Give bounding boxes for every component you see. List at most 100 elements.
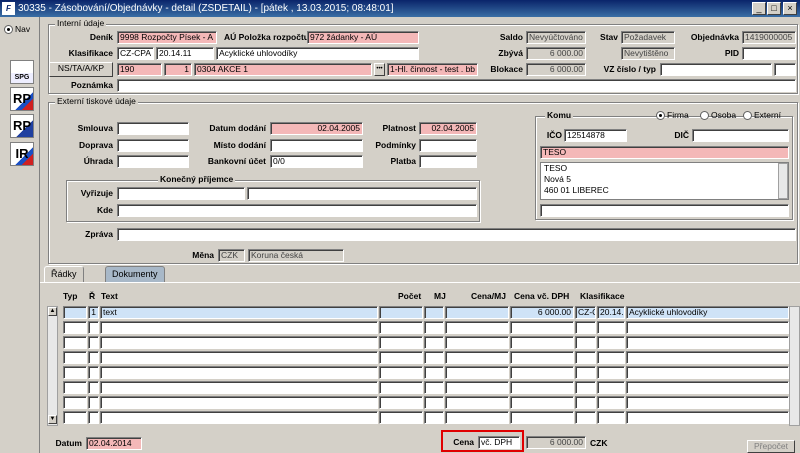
address-scrollbar[interactable] [778, 163, 788, 199]
cell-text[interactable] [100, 336, 378, 349]
cell-klas1[interactable] [575, 381, 596, 394]
spg-icon[interactable]: SPG [10, 60, 34, 84]
platnost-field[interactable]: 02.04.2005 [419, 122, 477, 135]
misto-field[interactable] [270, 139, 363, 152]
cell-cena-mj[interactable] [445, 396, 509, 409]
cell-text[interactable] [100, 411, 378, 424]
cell-klas3[interactable] [626, 411, 789, 424]
rp-eu-icon[interactable]: RP [10, 114, 34, 138]
cell-klas3[interactable] [626, 321, 789, 334]
cell-cena-dph[interactable] [510, 366, 574, 379]
uhrada-field[interactable] [117, 155, 189, 168]
cell-klas2[interactable]: 20.14. [597, 306, 625, 319]
table-row[interactable]: 1 text 6 000.00 CZ-C 20.14. Acyklické uh… [63, 306, 789, 319]
cell-text[interactable] [100, 366, 378, 379]
cell-cena-dph[interactable] [510, 396, 574, 409]
cell-cena-dph[interactable] [510, 351, 574, 364]
cell-mj[interactable] [424, 396, 444, 409]
externi-radio[interactable] [743, 111, 752, 120]
cell-typ[interactable] [63, 366, 87, 379]
cell-r[interactable] [88, 336, 99, 349]
cell-mj[interactable] [424, 366, 444, 379]
cell-typ[interactable] [63, 321, 87, 334]
cell-pocet[interactable] [379, 351, 423, 364]
ns-ta-a-kp-button[interactable]: NS/TA/A/KP [49, 62, 113, 77]
cell-text[interactable] [100, 381, 378, 394]
cena-type-field[interactable]: vč. DPH [478, 436, 520, 449]
cell-klas3[interactable] [626, 336, 789, 349]
tab-radky[interactable]: Řádky [44, 266, 84, 283]
cell-klas1[interactable] [575, 351, 596, 364]
cell-klas2[interactable] [597, 351, 625, 364]
cell-r[interactable] [88, 351, 99, 364]
dic-field[interactable] [692, 129, 789, 142]
komu-name-field[interactable]: TESO [540, 146, 789, 159]
klas-num-field[interactable]: 20.14.11 [156, 47, 214, 60]
minimize-button[interactable]: _ [752, 2, 766, 15]
maximize-button[interactable]: □ [767, 2, 781, 15]
cell-text[interactable] [100, 396, 378, 409]
cell-klas1[interactable] [575, 411, 596, 424]
cell-cena-mj[interactable] [445, 366, 509, 379]
cell-mj[interactable] [424, 381, 444, 394]
cell-typ[interactable] [63, 306, 87, 319]
cell-cena-dph[interactable] [510, 321, 574, 334]
poznamka-field[interactable] [117, 79, 796, 92]
cell-cena-mj[interactable] [445, 306, 509, 319]
cell-pocet[interactable] [379, 306, 423, 319]
datum-field[interactable]: 02.04.2014 [86, 437, 142, 450]
vyrizuje-field[interactable] [117, 187, 245, 200]
cell-text[interactable] [100, 351, 378, 364]
cell-r[interactable] [88, 381, 99, 394]
cell-typ[interactable] [63, 351, 87, 364]
denik-field[interactable]: 9998 Rozpočty Písek - A [117, 31, 217, 44]
scroll-down-icon[interactable]: ▼ [48, 415, 57, 424]
cell-cena-dph[interactable]: 6 000.00 [510, 306, 574, 319]
platba-field[interactable] [419, 155, 477, 168]
cell-cena-mj[interactable] [445, 321, 509, 334]
cell-klas1[interactable] [575, 396, 596, 409]
cell-cena-dph[interactable] [510, 411, 574, 424]
cell-pocet[interactable] [379, 366, 423, 379]
cell-typ[interactable] [63, 396, 87, 409]
cell-text[interactable]: text [100, 306, 378, 319]
cell-klas3[interactable]: Acyklické uhlovodíky [626, 306, 789, 319]
table-row[interactable] [63, 366, 789, 379]
table-row[interactable] [63, 411, 789, 424]
cell-cena-mj[interactable] [445, 381, 509, 394]
vz-field[interactable] [660, 63, 772, 76]
cell-cena-mj[interactable] [445, 336, 509, 349]
nav-radio[interactable] [4, 25, 13, 34]
cell-typ[interactable] [63, 336, 87, 349]
osoba-radio[interactable] [700, 111, 709, 120]
ucet-field[interactable]: 0/0 [270, 155, 363, 168]
cell-klas3[interactable] [626, 351, 789, 364]
cell-klas2[interactable] [597, 321, 625, 334]
cell-cena-dph[interactable] [510, 336, 574, 349]
address-box[interactable]: TESO Nová 5 460 01 LIBEREC [540, 162, 789, 200]
cell-cena-mj[interactable] [445, 411, 509, 424]
vz-type-field[interactable] [774, 63, 796, 76]
cell-klas3[interactable] [626, 381, 789, 394]
firma-radio[interactable] [656, 111, 665, 120]
cell-cena-dph[interactable] [510, 381, 574, 394]
table-row[interactable] [63, 351, 789, 364]
grid-right-scrollbar[interactable] [789, 306, 800, 426]
cell-klas2[interactable] [597, 411, 625, 424]
smlouva-field[interactable] [117, 122, 189, 135]
cell-cena-mj[interactable] [445, 351, 509, 364]
cell-klas2[interactable] [597, 396, 625, 409]
ns2-field[interactable]: 1 [164, 63, 192, 76]
cell-klas2[interactable] [597, 336, 625, 349]
klas-code-field[interactable]: CZ-CPA [117, 47, 154, 60]
table-row[interactable] [63, 381, 789, 394]
prepocet-button[interactable]: Přepočet [747, 440, 795, 453]
cell-mj[interactable] [424, 336, 444, 349]
datum-dodani-field[interactable]: 02.04.2005 [270, 122, 363, 135]
grid-left-scrollbar[interactable] [47, 306, 58, 426]
cell-klas1[interactable] [575, 366, 596, 379]
cell-klas1[interactable] [575, 336, 596, 349]
zprava-field[interactable] [117, 228, 796, 241]
table-row[interactable] [63, 396, 789, 409]
cell-pocet[interactable] [379, 411, 423, 424]
